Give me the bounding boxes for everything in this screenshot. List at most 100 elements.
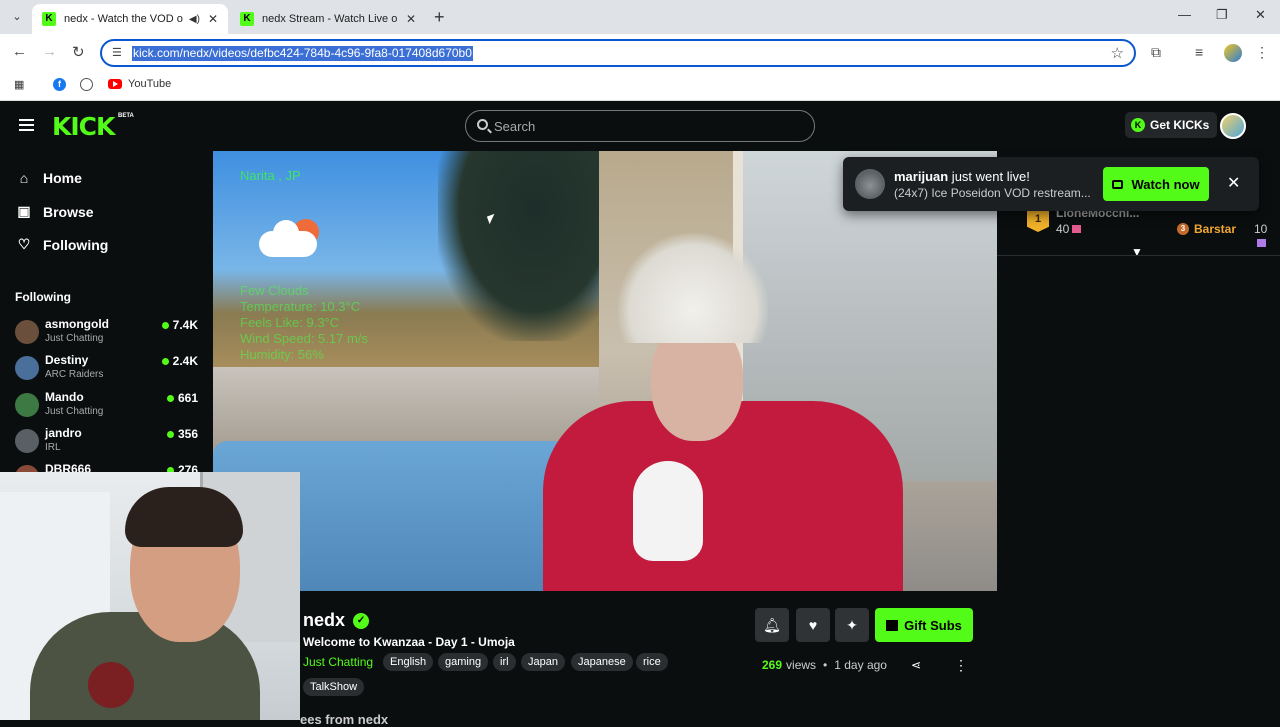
channel-category: IRL [45,442,61,453]
tag[interactable]: TalkShow [303,678,365,696]
notification-subtitle: (24x7) Ice Poseidon VOD restream... [894,186,1091,200]
new-tab-icon[interactable]: + [434,7,445,28]
leader-count: 40 [1056,222,1082,236]
tag[interactable]: Japanese [571,653,633,671]
follow-heart-button[interactable]: ♥ [796,608,830,642]
clip-sparkle-button[interactable]: ✦ [835,608,869,642]
video-player[interactable]: Narita , JP Few Clouds Temperature: 10.3… [213,151,997,591]
barstar-entry[interactable]: 3 Barstar [1177,222,1236,236]
expand-leaderboard-icon[interactable]: ▼ [1131,245,1143,259]
weather-line: Wind Speed: 5.17 m/s [240,331,368,346]
category-link[interactable]: Just Chatting [303,655,373,669]
tag[interactable]: rice [636,653,668,671]
browser-tab-strip: ⌄ K nedx - Watch the VOD on Kick ◀) ✕ K … [0,0,1280,34]
channel-name: jandro [45,426,82,440]
tag[interactable]: irl [493,653,516,671]
speaker-icon[interactable]: ◀) [189,14,200,25]
back-icon[interactable]: ← [12,43,27,60]
get-kicks-button[interactable]: K Get KICKs [1125,112,1218,138]
viewer-count: 7.4K [161,318,198,332]
beta-label: BETA [118,113,134,119]
webcam-hair [125,487,243,547]
get-kicks-label: Get KICKs [1150,118,1210,132]
close-tab-icon[interactable]: ✕ [208,12,218,26]
watch-now-button[interactable]: Watch now [1103,167,1209,201]
media-control-icon[interactable]: ≡ [1195,44,1203,60]
bookmark-youtube[interactable]: YouTube [108,78,171,90]
chrome-menu-icon[interactable]: ⋮ [1255,44,1269,61]
url-text[interactable]: kick.com/nedx/videos/defbc424-784b-4c96-… [132,46,473,61]
vod-stats: 269 views • 1 day ago [762,658,887,672]
webcam-patch [88,662,134,708]
tab-search-icon[interactable]: ⌄ [6,6,28,28]
close-tab-icon[interactable]: ✕ [406,12,416,26]
bookmark-web[interactable] [80,78,93,91]
more-options-icon[interactable]: ⋮ [954,657,968,674]
menu-icon[interactable] [19,119,34,131]
live-dot-icon [166,430,174,438]
kicks-coin-icon: K [1131,118,1145,132]
tv-icon [1112,179,1124,189]
channel-avatar [15,429,39,453]
verified-icon: ✓ [353,612,370,629]
globe-icon [80,78,93,91]
tag[interactable]: English [383,653,434,671]
bookmark-facebook[interactable]: f [53,78,66,91]
tag[interactable]: gaming [438,653,489,671]
tab-live[interactable]: K nedx Stream - Watch Live on Kick ✕ [230,4,426,34]
sidebar-item-following[interactable]: ♡ Following [16,236,109,253]
rank-3-icon: 3 [1177,223,1189,235]
notification-bell-button[interactable]: 🔔︎ [755,608,789,642]
close-window-icon[interactable]: ✕ [1255,7,1266,23]
close-icon[interactable]: ✕ [1227,173,1240,193]
extensions-icon[interactable]: ⧉ [1151,44,1161,61]
address-bar[interactable]: ☰ kick.com/nedx/videos/defbc424-784b-4c9… [100,39,1136,67]
followed-channel[interactable]: jandro IRL 356 [15,425,200,459]
sweater-emblem [633,461,703,561]
weather-line: Humidity: 56% [240,347,324,362]
cloud-icon [259,220,317,257]
gift-icon [1072,225,1082,233]
heart-icon: ♡ [17,236,31,252]
bookmark-star-icon[interactable]: ☆ [1111,44,1124,62]
barstar-count: 10 [1254,222,1267,250]
channel-avatar [15,393,39,417]
weather-line: Few Clouds [240,283,309,298]
share-icon[interactable]: ⋖ [911,658,921,672]
gift-subs-button[interactable]: Gift Subs [875,608,973,642]
webcam-overlay [0,472,300,720]
search-input[interactable]: Search [465,110,815,142]
channel-category: Just Chatting [45,333,104,344]
reload-icon[interactable]: ↻ [72,43,85,61]
restore-icon[interactable]: ❐ [1216,7,1228,23]
followed-channel[interactable]: asmongold Just Chatting 7.4K [15,316,200,350]
user-avatar[interactable] [1220,113,1246,139]
views-label: views [786,658,817,672]
chat-panel: 1 LioneMocchi... 40 3 Barstar 10 ▼ [997,151,1280,720]
forward-icon[interactable]: → [42,43,57,60]
streamer-name[interactable]: nedx ✓ [303,610,370,631]
facebook-icon: f [53,78,66,91]
site-info-icon[interactable]: ☰ [112,46,122,59]
tag[interactable]: Japan [521,653,565,671]
kick-header: KICK BETA Search K Get KICKs [0,101,1280,151]
following-section-title: Following [15,290,71,304]
tab-title: nedx Stream - Watch Live on Kick [262,13,398,25]
gift-icon [886,619,899,631]
live-notification: marijuan just went live! (24x7) Ice Pose… [843,157,1259,211]
minimize-icon[interactable]: — [1178,7,1191,22]
tab-vod[interactable]: K nedx - Watch the VOD on Kick ◀) ✕ [32,4,228,34]
search-icon [477,119,488,130]
view-count: 269 [762,658,783,672]
sidebar-item-browse[interactable]: ▣ Browse [16,203,93,220]
viewer-count: 356 [166,427,198,441]
notification-text: marijuan just went live! [894,169,1030,184]
kick-logo[interactable]: KICK [52,112,115,141]
apps-grid-icon[interactable]: ▦ [14,78,24,91]
gift-leaderboard: 1 LioneMocchi... 40 3 Barstar 10 [1027,206,1267,247]
channel-category: Just Chatting [45,406,104,417]
sidebar-item-home[interactable]: ⌂ Home [16,170,82,186]
browser-profile-icon[interactable] [1224,44,1242,62]
followed-channel[interactable]: Destiny ARC Raiders 2.4K [15,352,200,386]
followed-channel[interactable]: Mando Just Chatting 661 [15,389,200,423]
